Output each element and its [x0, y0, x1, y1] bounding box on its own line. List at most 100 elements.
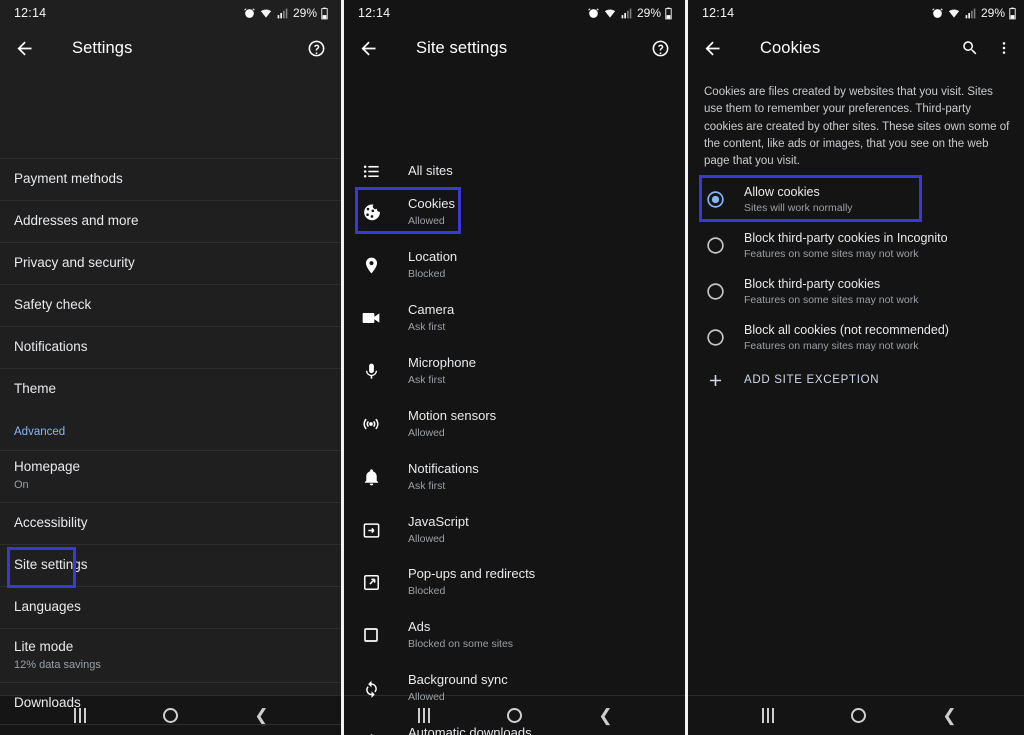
- site-settings-row-status: Ask first: [408, 373, 446, 386]
- site-settings-row-camera[interactable]: Camera Ask first: [344, 295, 685, 341]
- settings-list[interactable]: About ChromeDownloadsLite mode12% data s…: [0, 70, 341, 725]
- site-settings-row-text: Microphone Ask first: [408, 355, 476, 387]
- settings-row-theme[interactable]: Theme: [0, 368, 341, 410]
- add-site-exception-button[interactable]: ADD SITE EXCEPTION: [688, 360, 1024, 400]
- cookie-option-label: Block third-party cookies: [744, 276, 881, 291]
- site-settings-row-label: Pop-ups and redirects: [408, 565, 536, 581]
- site-settings-list[interactable]: Automatic downloadsAsk first Background s…: [344, 70, 685, 735]
- cookies-options-group[interactable]: Block all cookies (not recommended) Featu…: [688, 175, 1024, 386]
- radio-unselected-icon[interactable]: [702, 278, 728, 304]
- radio-unselected-icon[interactable]: [702, 324, 728, 350]
- page-title: Cookies: [760, 38, 821, 57]
- battery-percent-label: 29%: [980, 6, 1005, 20]
- site-settings-row-status: Allowed: [408, 690, 445, 703]
- site-settings-row-label: All sites: [408, 162, 453, 178]
- app-bar-cookies: Cookies: [688, 26, 1024, 70]
- site-settings-row-text: Automatic downloadsAsk first: [408, 725, 532, 735]
- settings-row-site-settings[interactable]: Site settings: [0, 544, 341, 586]
- site-settings-row-text: Camera Ask first: [408, 302, 454, 334]
- camera-icon: [358, 305, 384, 331]
- cookie-option-block-third-party-cookies-in-incognito[interactable]: Block third-party cookies in Incognito Fe…: [688, 222, 1024, 268]
- site-settings-row-label: Camera: [408, 301, 455, 317]
- list-icon: [358, 158, 384, 184]
- settings-row-about-chrome[interactable]: About Chrome: [0, 724, 341, 735]
- battery-icon: [320, 7, 329, 20]
- cookie-icon: [358, 199, 384, 225]
- settings-row-lite-mode[interactable]: Lite mode 12% data savings: [0, 628, 341, 682]
- radio-selected-icon[interactable]: [702, 186, 728, 212]
- home-button[interactable]: [839, 701, 879, 731]
- search-icon[interactable]: [957, 35, 983, 61]
- site-settings-row-notifications[interactable]: Notifications Ask first: [344, 454, 685, 500]
- site-settings-row-status: Allowed: [408, 214, 445, 227]
- more-vertical-icon[interactable]: [991, 35, 1017, 61]
- settings-row-safety-check[interactable]: Safety check: [0, 284, 341, 326]
- motion-sensor-icon: [358, 411, 384, 437]
- settings-row-accessibility[interactable]: Accessibility: [0, 502, 341, 544]
- site-settings-row-status: Blocked: [408, 267, 446, 280]
- site-settings-row-status: Ask first: [408, 479, 446, 492]
- site-settings-row-text: Background sync Allowed: [408, 672, 508, 704]
- settings-row-label: Safety check: [14, 297, 92, 313]
- site-settings-row-location[interactable]: Location Blocked: [344, 242, 685, 288]
- status-bar-icons: 29%: [243, 6, 329, 20]
- back-button[interactable]: [358, 33, 388, 63]
- settings-row-label: Lite mode: [14, 638, 74, 654]
- cookie-option-text: Block all cookies (not recommended) Featu…: [744, 322, 949, 353]
- app-bar-site-settings: Site settings: [344, 26, 685, 70]
- android-nav-bar[interactable]: ❮: [688, 695, 1024, 735]
- settings-row-addresses-and-more[interactable]: Addresses and more: [0, 200, 341, 242]
- app-bar-settings: Settings: [0, 26, 341, 70]
- cookie-option-block-third-party-cookies[interactable]: Block third-party cookies Features on som…: [688, 268, 1024, 314]
- site-settings-row-background-sync[interactable]: Background sync Allowed: [344, 665, 685, 711]
- location-pin-icon: [358, 252, 384, 278]
- settings-row-label: Languages: [14, 599, 81, 615]
- site-settings-row-javascript[interactable]: JavaScript Allowed: [344, 507, 685, 553]
- back-button[interactable]: [702, 33, 732, 63]
- sync-icon: [358, 675, 384, 701]
- cookie-option-allow-cookies[interactable]: Allow cookies Sites will work normally: [688, 176, 1024, 222]
- site-settings-row-label: Ads: [408, 618, 431, 634]
- help-circle-icon[interactable]: [647, 35, 673, 61]
- settings-row-privacy-and-security[interactable]: Privacy and security: [0, 242, 341, 284]
- back-nav-button[interactable]: ❮: [930, 701, 970, 731]
- site-settings-row-label: Location: [408, 248, 458, 264]
- settings-row-label: Payment methods: [14, 171, 123, 187]
- status-bar-icons: 29%: [587, 6, 673, 20]
- settings-row-label: Privacy and security: [14, 255, 135, 271]
- settings-row-payment-methods[interactable]: Payment methods: [0, 158, 341, 200]
- site-settings-row-text: Location Blocked: [408, 249, 457, 281]
- recents-button[interactable]: [748, 701, 788, 731]
- site-settings-row-motion-sensors[interactable]: Motion sensors Allowed: [344, 401, 685, 447]
- signal-icon: [964, 7, 977, 20]
- settings-row-label: Site settings: [14, 557, 88, 573]
- site-settings-row-status: Allowed: [408, 426, 445, 439]
- status-bar-time: 12:14: [702, 6, 735, 20]
- settings-row-downloads[interactable]: Downloads: [0, 682, 341, 724]
- cookie-option-block-all-cookies-not-recommended[interactable]: Block all cookies (not recommended) Featu…: [688, 314, 1024, 360]
- site-settings-row-microphone[interactable]: Microphone Ask first: [344, 348, 685, 394]
- site-settings-row-ads[interactable]: Ads Blocked on some sites: [344, 612, 685, 658]
- settings-row-notifications[interactable]: Notifications: [0, 326, 341, 368]
- signal-icon: [276, 7, 289, 20]
- microphone-icon: [358, 358, 384, 384]
- cookie-option-sublabel: Features on some sites may not work: [744, 247, 919, 260]
- site-settings-row-pop-ups-and-redirects[interactable]: Pop-ups and redirects Blocked: [344, 559, 685, 605]
- add-site-exception-label: ADD SITE EXCEPTION: [744, 374, 880, 387]
- status-bar: 12:14 29%: [0, 0, 341, 26]
- site-settings-row-all-sites[interactable]: All sites: [344, 148, 685, 194]
- bell-icon: [358, 464, 384, 490]
- settings-row-homepage[interactable]: Homepage On: [0, 450, 341, 500]
- settings-row-label: Homepage: [14, 458, 81, 474]
- settings-row-label: Accessibility: [14, 515, 88, 531]
- status-bar-time: 12:14: [358, 6, 391, 20]
- help-circle-icon[interactable]: [303, 35, 329, 61]
- settings-row-advanced: Advanced: [0, 415, 341, 448]
- ads-square-icon: [358, 622, 384, 648]
- site-settings-row-automatic-downloads[interactable]: Automatic downloadsAsk first: [344, 718, 685, 735]
- radio-unselected-icon[interactable]: [702, 232, 728, 258]
- back-button[interactable]: [14, 33, 44, 63]
- settings-row-languages[interactable]: Languages: [0, 586, 341, 628]
- site-settings-row-cookies[interactable]: Cookies Allowed: [344, 189, 685, 235]
- battery-icon: [1008, 7, 1017, 20]
